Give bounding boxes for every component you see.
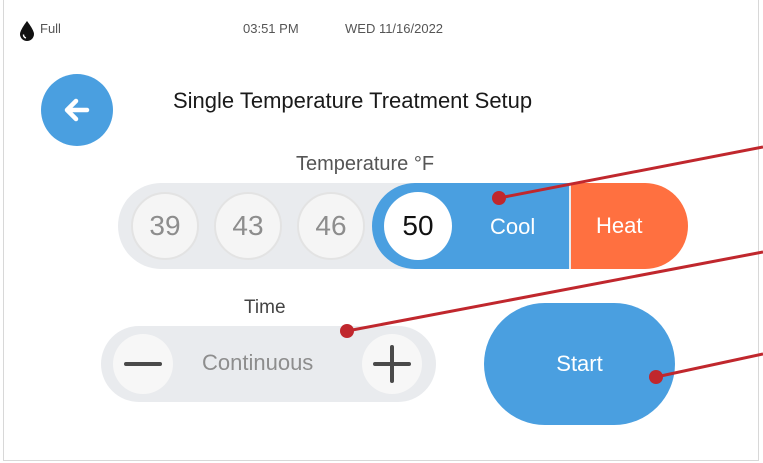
temperature-label: Temperature °F <box>296 153 435 175</box>
back-button[interactable] <box>41 74 113 146</box>
page-title: Single Temperature Treatment Setup <box>173 88 533 113</box>
temp-option-46[interactable]: 46 <box>297 192 365 260</box>
heat-mode-label: Heat <box>596 213 643 238</box>
temp-option-43[interactable]: 43 <box>214 192 282 260</box>
start-label: Start <box>556 351 603 376</box>
start-button[interactable]: Start <box>484 303 675 425</box>
time-decrement-button[interactable] <box>113 334 173 394</box>
time-increment-button[interactable] <box>362 334 422 394</box>
clock-date: WED 11/16/2022 <box>345 21 444 36</box>
arrow-left-icon <box>64 98 90 122</box>
temp-option-39[interactable]: 39 <box>131 192 199 260</box>
temp-option-50-selected[interactable]: 50 <box>384 192 452 260</box>
cool-mode-label: Cool <box>490 214 536 239</box>
minus-icon <box>124 362 162 366</box>
fill-level-label: Full <box>40 21 61 36</box>
time-label: Time <box>244 297 286 318</box>
heat-mode-button[interactable]: Heat <box>571 183 688 269</box>
water-drop-icon <box>20 21 34 41</box>
plus-icon <box>373 345 411 383</box>
status-bar: Full 03:51 PM WED 11/16/2022 <box>0 0 763 41</box>
time-value: Continuous <box>202 350 314 375</box>
clock-time: 03:51 PM <box>243 21 299 36</box>
